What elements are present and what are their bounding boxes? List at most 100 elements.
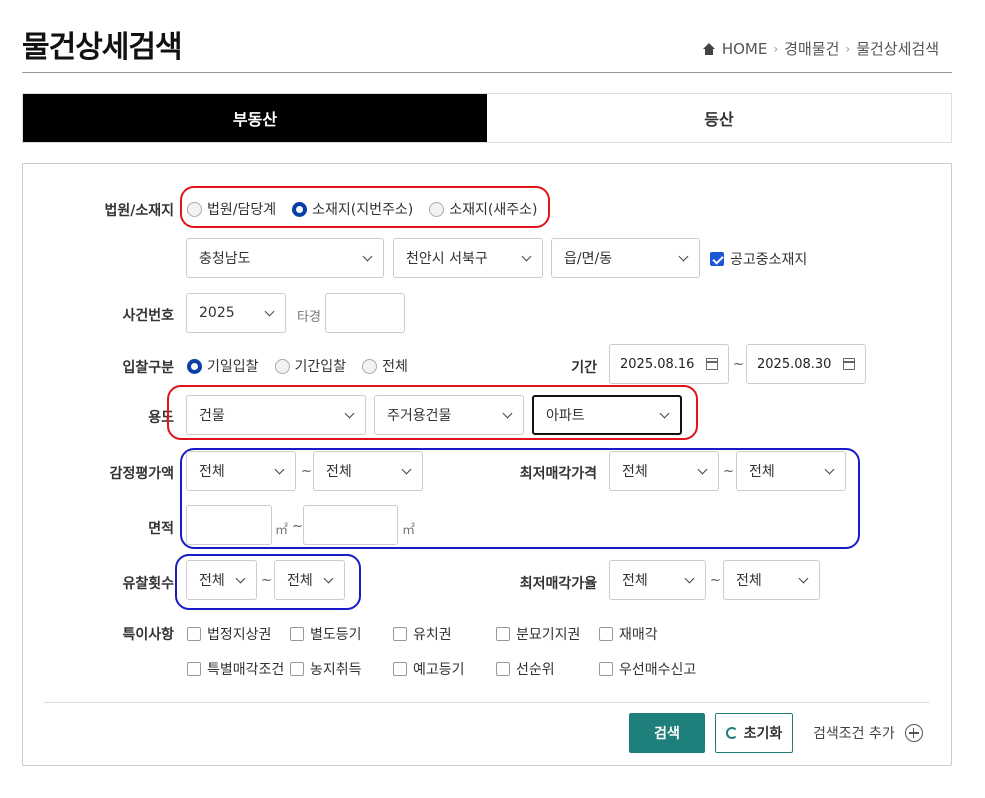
area-label: 면적 bbox=[148, 521, 174, 537]
home-icon bbox=[702, 42, 716, 55]
city-select[interactable]: 천안시 서북구 bbox=[393, 238, 543, 278]
special-checkbox[interactable]: 우선매수신고 bbox=[599, 659, 696, 679]
radio-lot-address[interactable]: 소재지(지번주소) bbox=[292, 199, 413, 219]
appraisal-to-select[interactable]: 전체 bbox=[313, 451, 423, 491]
chevron-down-icon bbox=[521, 251, 532, 261]
case-number-label: 사건번호 bbox=[122, 308, 174, 324]
usage-level2-select[interactable]: 주거용건물 bbox=[374, 395, 524, 435]
chevron-down-icon bbox=[824, 464, 835, 474]
title-divider bbox=[22, 72, 952, 73]
chevron-down-icon bbox=[401, 464, 412, 474]
radio-button[interactable] bbox=[292, 201, 308, 217]
province-select[interactable]: 충청남도 bbox=[186, 238, 384, 278]
usage-label: 용도 bbox=[148, 410, 174, 426]
add-condition-button[interactable]: 검색조건 추가 bbox=[813, 723, 923, 743]
case-year-select[interactable]: 2025 bbox=[186, 293, 286, 333]
period-label: 기간 bbox=[571, 360, 597, 376]
area-to-input[interactable] bbox=[303, 505, 398, 545]
radio-date-bid[interactable]: 기일입찰 bbox=[187, 356, 259, 376]
min-rate-to-select[interactable]: 전체 bbox=[723, 560, 820, 600]
range-separator: ~ bbox=[301, 464, 312, 479]
date-from-input[interactable]: 2025.08.16 bbox=[609, 344, 729, 384]
town-select[interactable]: 읍/면/동 bbox=[551, 238, 700, 278]
radio-button[interactable] bbox=[429, 201, 445, 217]
checkbox[interactable] bbox=[599, 627, 613, 641]
special-checkbox[interactable]: 분묘기지권 bbox=[496, 624, 580, 644]
special-checkbox[interactable]: 유치권 bbox=[393, 624, 452, 644]
checkbox[interactable] bbox=[496, 627, 510, 641]
appraisal-from-select[interactable]: 전체 bbox=[186, 451, 296, 491]
min-price-from-select[interactable]: 전체 bbox=[609, 451, 719, 491]
case-number-input[interactable] bbox=[325, 293, 405, 333]
fail-count-label: 유찰횟수 bbox=[122, 576, 174, 592]
special-checkbox[interactable]: 법정지상권 bbox=[187, 624, 271, 644]
checkbox[interactable] bbox=[187, 662, 201, 676]
range-separator: ~ bbox=[292, 519, 303, 534]
special-label: 특이사항 bbox=[122, 627, 174, 643]
breadcrumb-current: 물건상세검색 bbox=[856, 40, 939, 58]
radio-button[interactable] bbox=[362, 358, 378, 374]
court-location-label: 법원/소재지 bbox=[104, 203, 174, 219]
special-checkbox[interactable]: 별도등기 bbox=[290, 624, 362, 644]
checkbox[interactable] bbox=[187, 627, 201, 641]
chevron-down-icon bbox=[362, 251, 373, 261]
min-rate-from-select[interactable]: 전체 bbox=[609, 560, 706, 600]
usage-level3-select[interactable]: 아파트 bbox=[532, 395, 682, 435]
range-separator: ~ bbox=[261, 573, 272, 588]
calendar-icon[interactable] bbox=[706, 358, 718, 370]
breadcrumb: HOME › 경매물건 › 물건상세검색 bbox=[702, 38, 939, 59]
range-separator: ~ bbox=[710, 573, 721, 588]
checkbox[interactable] bbox=[290, 662, 304, 676]
bid-type-radio-group: 기일입찰 기간입찰 전체 bbox=[187, 356, 408, 376]
breadcrumb-home[interactable]: HOME bbox=[722, 40, 768, 58]
checkbox[interactable] bbox=[393, 662, 407, 676]
fail-count-to-select[interactable]: 전체 bbox=[274, 560, 345, 600]
min-rate-label: 최저매각가율 bbox=[519, 576, 597, 592]
court-location-radio-group: 법원/담당계 소재지(지번주소) 소재지(새주소) bbox=[187, 199, 537, 219]
chevron-down-icon bbox=[264, 306, 275, 316]
radio-button[interactable] bbox=[187, 201, 202, 217]
checkbox[interactable] bbox=[496, 662, 510, 676]
area-unit: ㎡ bbox=[275, 523, 289, 538]
tab-real-estate[interactable]: 부동산 bbox=[23, 94, 487, 142]
checkbox[interactable] bbox=[393, 627, 407, 641]
chevron-down-icon bbox=[274, 464, 285, 474]
range-separator: ~ bbox=[723, 464, 734, 479]
usage-level1-select[interactable]: 건물 bbox=[186, 395, 366, 435]
chevron-down-icon bbox=[344, 408, 355, 418]
radio-button[interactable] bbox=[274, 358, 290, 374]
area-unit: ㎡ bbox=[402, 523, 416, 538]
chevron-right-icon: › bbox=[773, 41, 779, 56]
breadcrumb-auction[interactable]: 경매물건 bbox=[784, 38, 839, 59]
chevron-right-icon: › bbox=[845, 41, 851, 56]
radio-period-bid[interactable]: 기간입찰 bbox=[274, 356, 346, 376]
radio-all-bid[interactable]: 전체 bbox=[362, 356, 408, 376]
date-to-input[interactable]: 2025.08.30 bbox=[746, 344, 866, 384]
special-checkbox[interactable]: 특별매각조건 bbox=[187, 659, 284, 679]
chevron-down-icon bbox=[235, 573, 246, 583]
min-price-label: 최저매각가격 bbox=[519, 466, 597, 482]
radio-road-address[interactable]: 소재지(새주소) bbox=[429, 199, 537, 219]
checkbox[interactable] bbox=[710, 252, 724, 266]
special-checkbox[interactable]: 재매각 bbox=[599, 624, 658, 644]
special-checkbox[interactable]: 농지취득 bbox=[290, 659, 362, 679]
fail-count-from-select[interactable]: 전체 bbox=[186, 560, 257, 600]
calendar-icon[interactable] bbox=[843, 358, 855, 370]
checkbox[interactable] bbox=[290, 627, 304, 641]
refresh-icon bbox=[725, 727, 738, 739]
radio-button[interactable] bbox=[187, 358, 202, 374]
page-title: 물건상세검색 bbox=[22, 30, 183, 65]
reset-button[interactable]: 초기화 bbox=[715, 713, 793, 753]
special-checkbox[interactable]: 선순위 bbox=[496, 659, 555, 679]
chevron-down-icon bbox=[697, 464, 708, 474]
notice-location-checkbox[interactable]: 공고중소재지 bbox=[710, 249, 807, 269]
area-from-input[interactable] bbox=[186, 505, 272, 545]
special-checkbox[interactable]: 예고등기 bbox=[393, 659, 465, 679]
chevron-down-icon bbox=[659, 408, 670, 418]
search-button[interactable]: 검색 bbox=[629, 713, 705, 753]
tab-movable[interactable]: 등산 bbox=[487, 94, 951, 142]
date-range-separator: ~ bbox=[733, 357, 744, 372]
checkbox[interactable] bbox=[599, 662, 613, 676]
radio-court[interactable]: 법원/담당계 bbox=[187, 199, 276, 219]
min-price-to-select[interactable]: 전체 bbox=[736, 451, 846, 491]
